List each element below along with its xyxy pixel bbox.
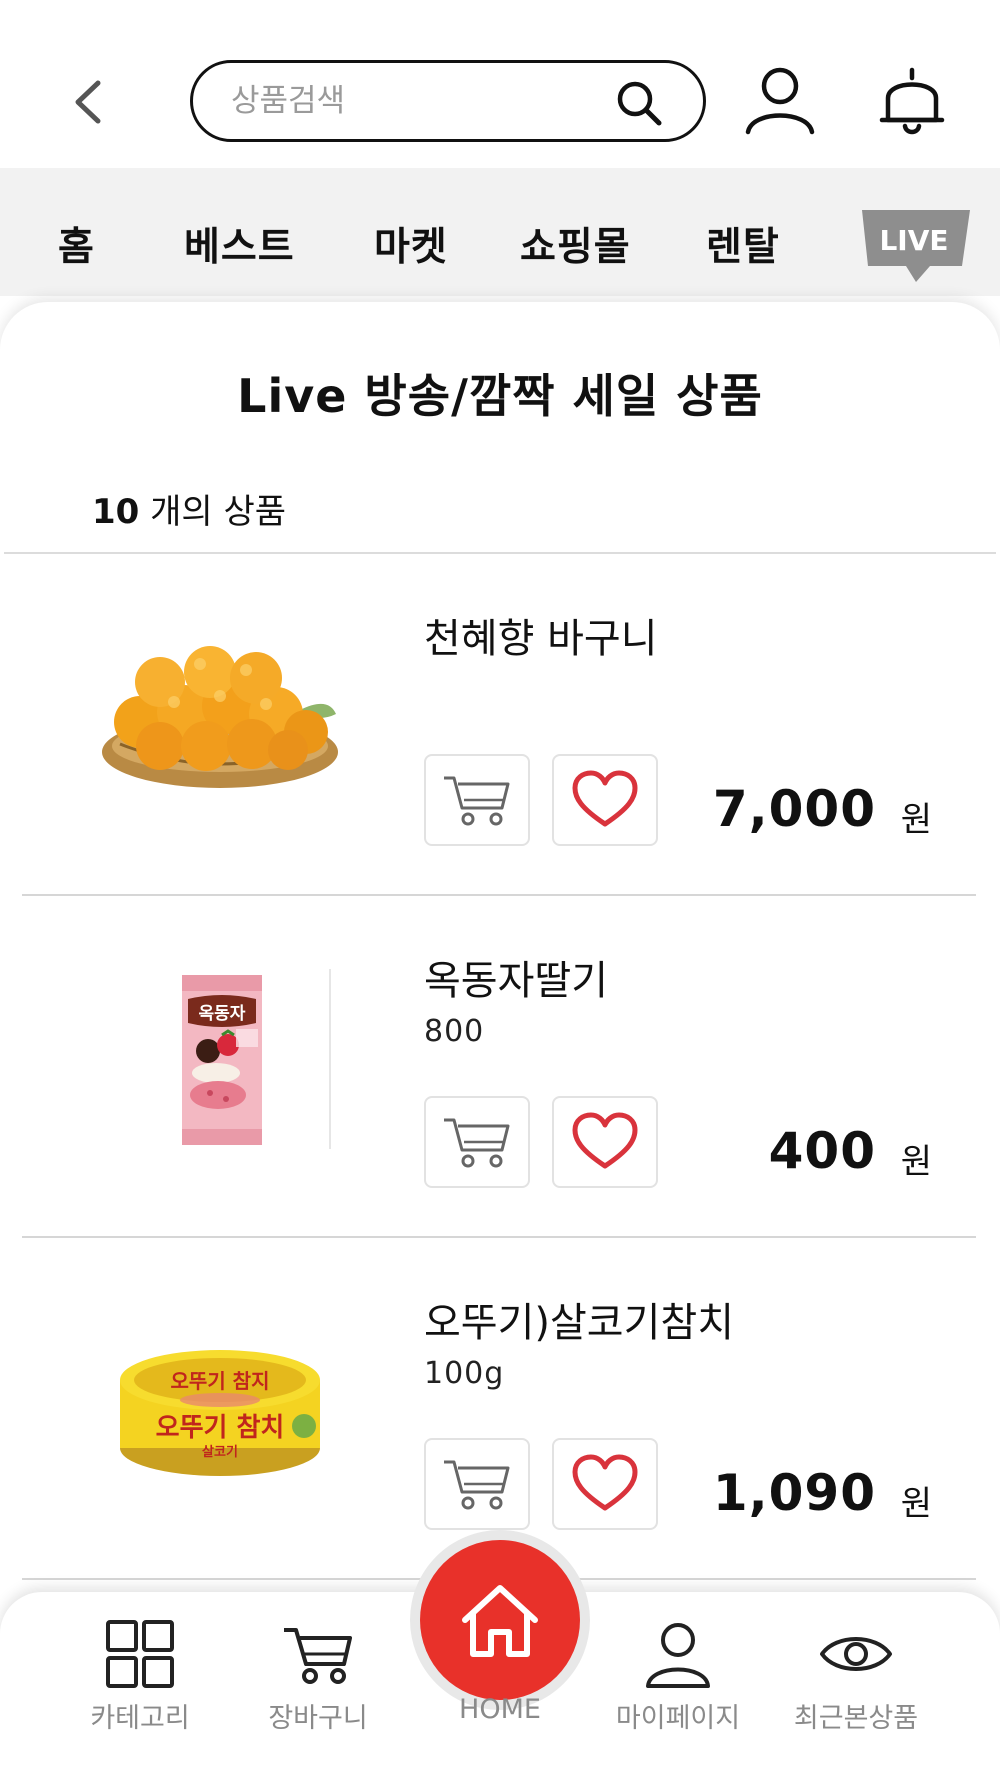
bell-icon[interactable]	[872, 60, 952, 140]
cart-icon	[284, 1628, 352, 1684]
currency-label: 원	[900, 1484, 932, 1524]
nav-item-home[interactable]: 홈	[58, 216, 95, 272]
product-name[interactable]: 옥동자딸기	[424, 948, 608, 1006]
live-tag[interactable]: LIVE	[858, 208, 978, 284]
search-input[interactable]	[193, 83, 593, 119]
tab-cart[interactable]: 장바구니	[218, 1616, 418, 1746]
tab-mypage[interactable]: 마이페이지	[578, 1616, 778, 1746]
product-price: 7,000	[712, 780, 876, 838]
eye-icon	[820, 1637, 892, 1671]
top-header	[0, 0, 1000, 168]
add-to-cart-button[interactable]	[424, 1438, 530, 1530]
tab-category[interactable]: 카테고리	[40, 1616, 240, 1746]
cart-icon	[444, 776, 510, 826]
product-row[interactable]: 천혜향 바구니 7,000 원	[0, 554, 1000, 896]
product-image-mandarin-basket[interactable]	[100, 634, 340, 814]
product-price: 400	[768, 1122, 876, 1180]
tab-category-label: 카테고리	[90, 1703, 190, 1734]
search-icon[interactable]	[613, 77, 665, 129]
home-icon	[462, 1585, 538, 1657]
home-label: HOME	[459, 1694, 541, 1725]
product-count-number: 10	[92, 492, 140, 532]
home-button[interactable]	[420, 1540, 580, 1700]
tab-mypage-label: 마이페이지	[615, 1703, 741, 1734]
wishlist-button[interactable]	[552, 1096, 658, 1188]
currency-label: 원	[900, 1142, 932, 1182]
currency-label: 원	[900, 800, 932, 840]
can-sub-text: 살코기	[202, 1444, 238, 1460]
wishlist-button[interactable]	[552, 754, 658, 846]
search-bar	[190, 60, 706, 142]
product-count: 10 개의 상품	[92, 484, 286, 533]
product-row[interactable]: 오뚜기 참지 오뚜기 참치 살코기 오뚜기)살코기참치 100g 1,090 원	[0, 1238, 1000, 1580]
home-button-ring	[410, 1530, 590, 1710]
icecream-brand-text: 옥동자	[199, 1004, 246, 1024]
tab-recent-label: 최근본상품	[793, 1703, 919, 1734]
back-button[interactable]	[62, 72, 114, 132]
nav-item-best[interactable]: 베스트	[184, 216, 295, 272]
can-top-brand-text: 오뚜기 참지	[171, 1369, 270, 1393]
user-icon	[646, 1623, 710, 1688]
nav-item-rental[interactable]: 렌탈	[706, 216, 780, 272]
user-icon[interactable]	[740, 60, 820, 140]
tab-cart-label: 장바구니	[268, 1703, 368, 1734]
heart-icon	[572, 1112, 638, 1169]
product-image-strawberry-ice-cream-bar[interactable]: 옥동자	[100, 944, 340, 1174]
wishlist-button[interactable]	[552, 1438, 658, 1530]
category-nav: 홈 베스트 마켓 쇼핑몰 렌탈 LIVE	[0, 168, 1000, 296]
product-name[interactable]: 오뚜기)살코기참치	[424, 1290, 734, 1348]
product-name[interactable]: 천혜향 바구니	[424, 606, 658, 664]
live-label: LIVE	[879, 224, 948, 257]
product-count-suffix: 개의 상품	[139, 492, 287, 532]
can-brand-text: 오뚜기 참치	[156, 1413, 285, 1443]
cart-icon	[444, 1118, 510, 1168]
product-image-tuna-can[interactable]: 오뚜기 참지 오뚜기 참치 살코기	[100, 1318, 340, 1498]
product-subtitle: 800	[424, 1014, 485, 1049]
product-subtitle: 100g	[424, 1356, 505, 1391]
add-to-cart-button[interactable]	[424, 754, 530, 846]
product-row[interactable]: 옥동자 옥동자딸기 800 400 원	[0, 896, 1000, 1238]
heart-icon	[572, 770, 638, 827]
back-arrow-icon	[75, 80, 101, 124]
page-title: Live 방송/깜짝 세일 상품	[237, 369, 763, 423]
cart-icon	[444, 1460, 510, 1510]
add-to-cart-button[interactable]	[424, 1096, 530, 1188]
nav-item-market[interactable]: 마켓	[374, 216, 448, 272]
grid-icon	[106, 1620, 174, 1688]
heart-icon	[572, 1454, 638, 1511]
nav-item-mall[interactable]: 쇼핑몰	[520, 216, 631, 272]
tab-recent[interactable]: 최근본상품	[756, 1616, 956, 1746]
product-price: 1,090	[712, 1464, 876, 1522]
